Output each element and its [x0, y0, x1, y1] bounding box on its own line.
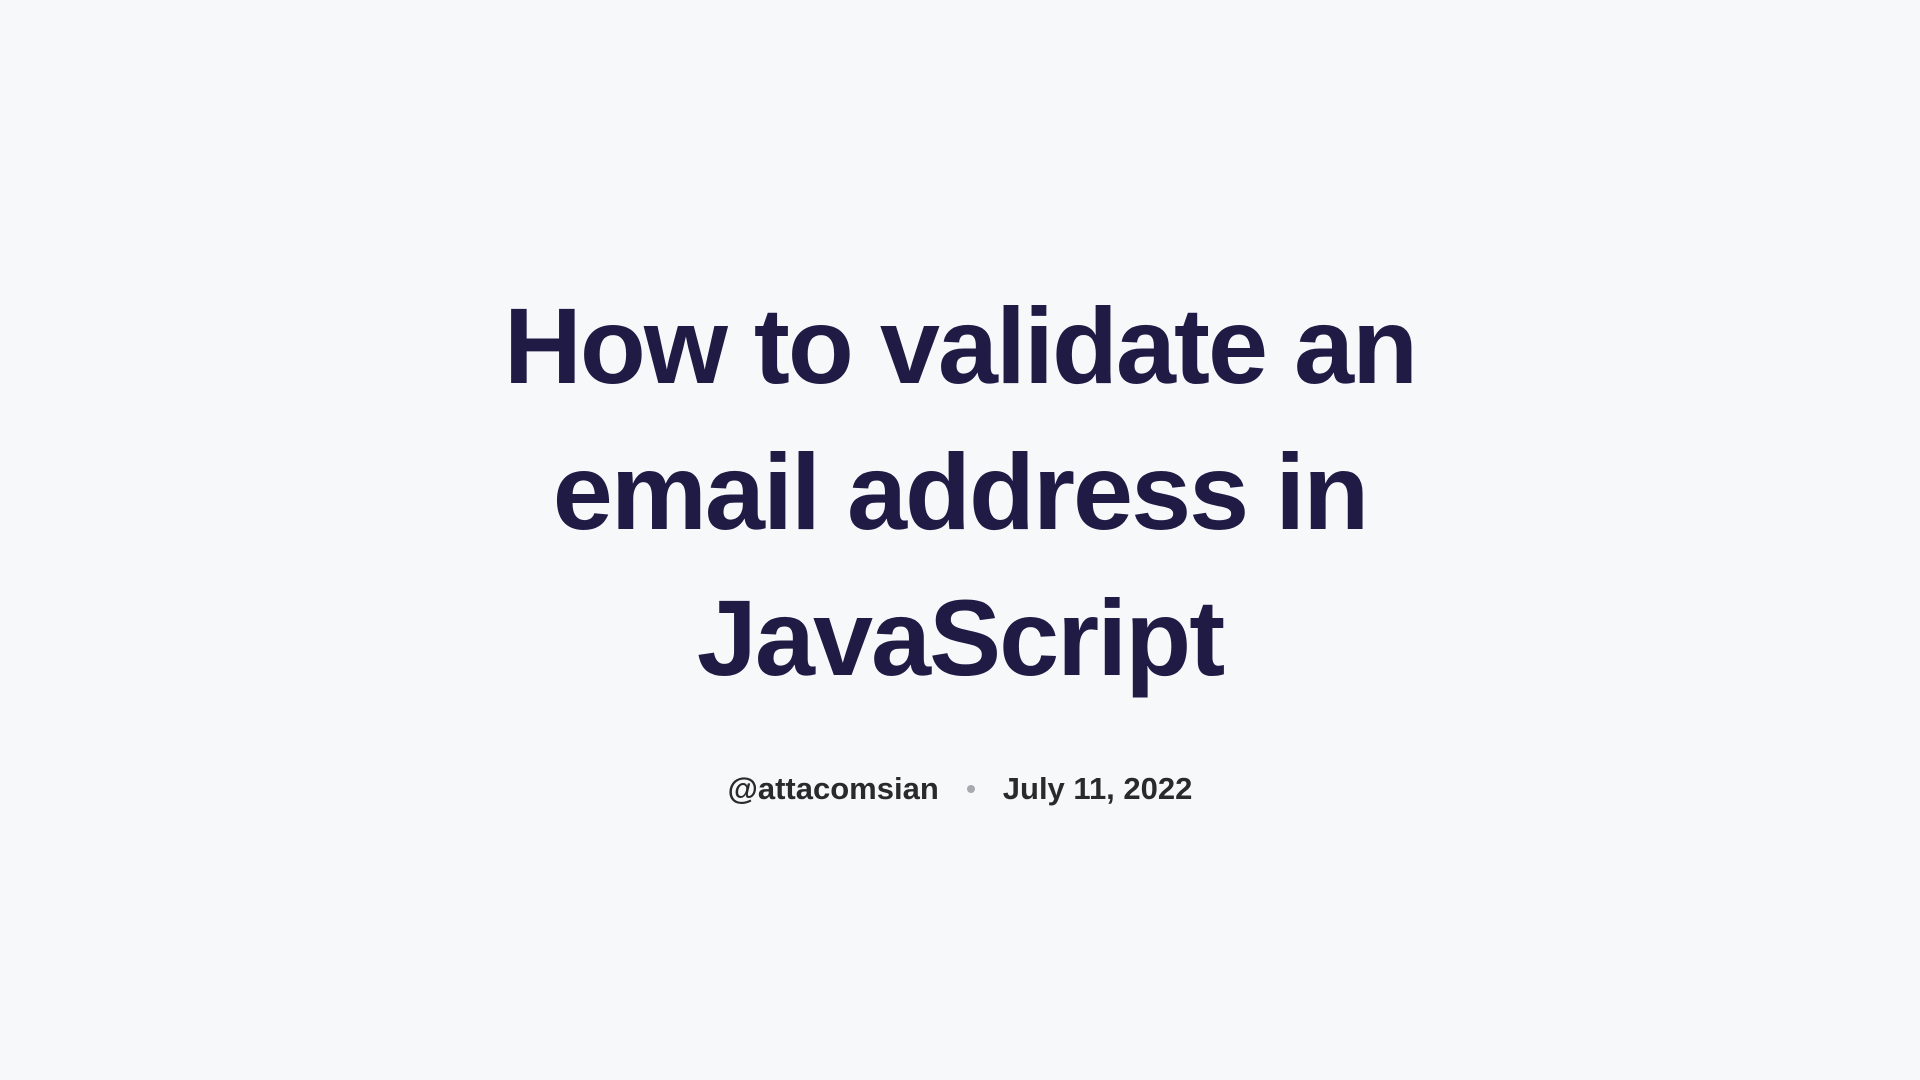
separator-dot	[967, 785, 975, 793]
author-handle: @attacomsian	[728, 771, 939, 807]
article-meta: @attacomsian July 11, 2022	[410, 771, 1510, 807]
article-title: How to validate an email address in Java…	[410, 273, 1510, 710]
article-header: How to validate an email address in Java…	[410, 273, 1510, 806]
publish-date: July 11, 2022	[1003, 771, 1193, 807]
